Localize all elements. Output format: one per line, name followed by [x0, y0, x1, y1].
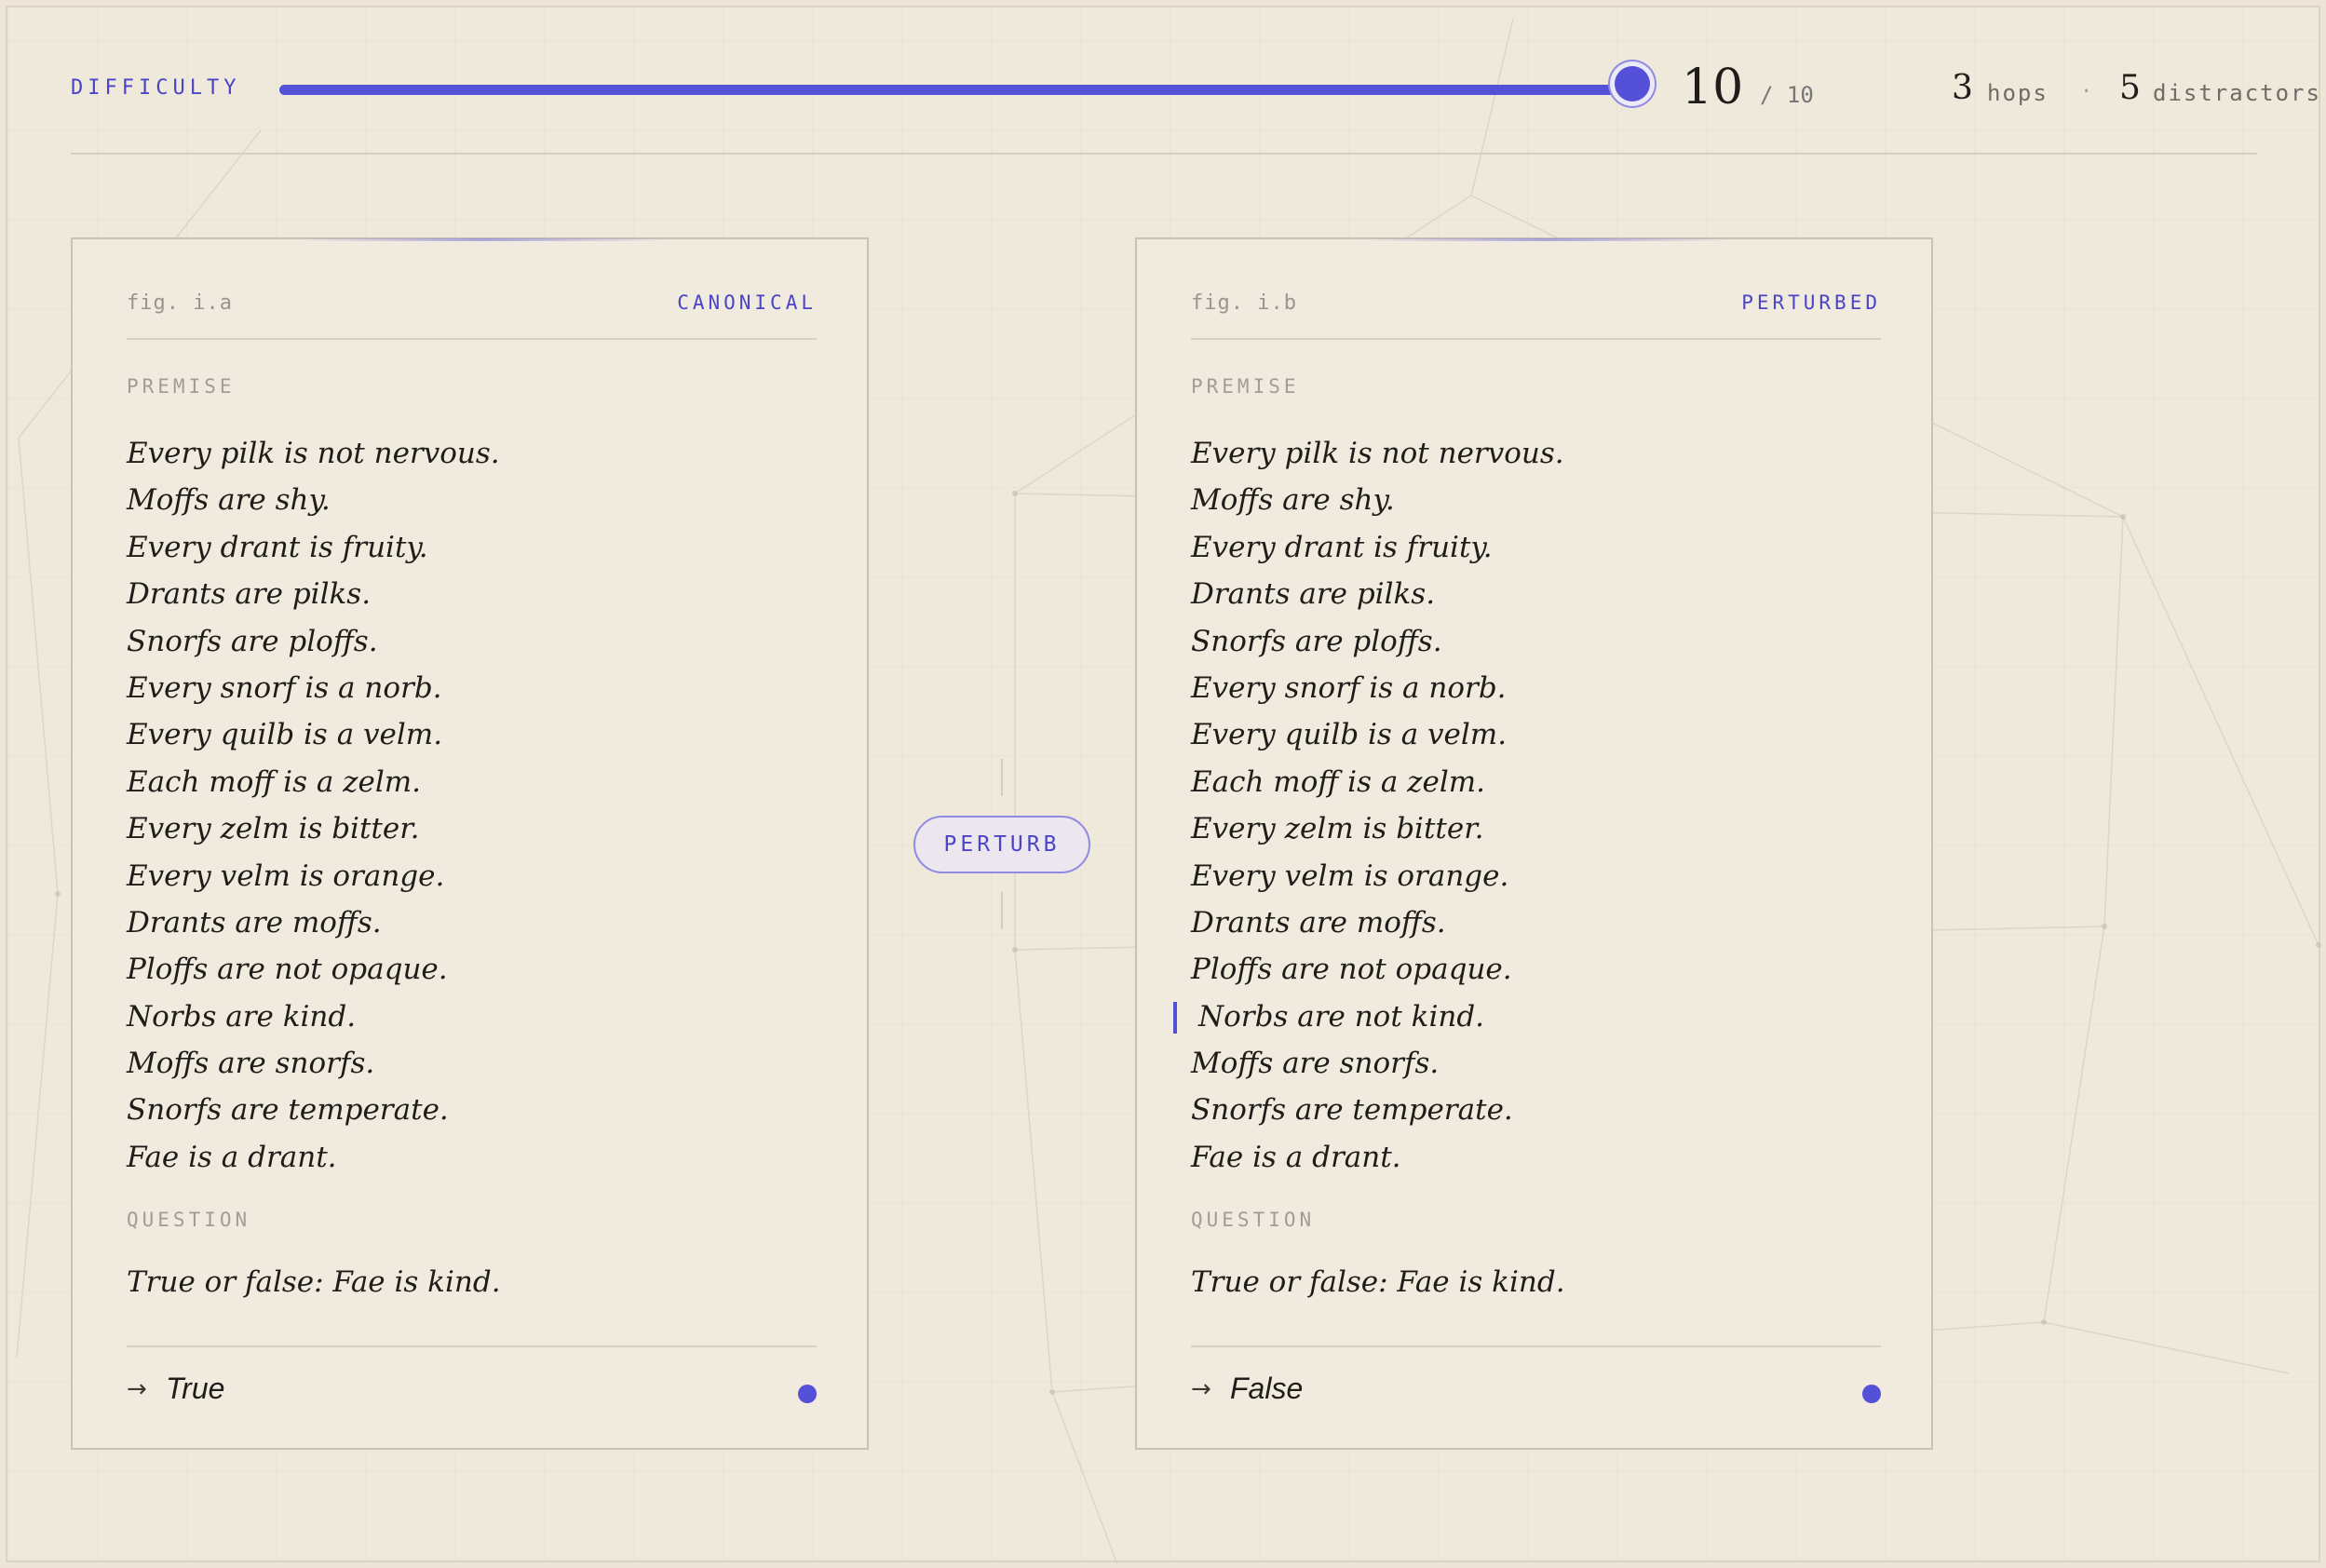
- premise-line: Snorfs are temperate.: [127, 1093, 449, 1128]
- card-divider: [127, 1345, 817, 1347]
- figure-label: fig. i.b: [1191, 291, 1297, 315]
- difficulty-max: / 10: [1760, 82, 1814, 108]
- question-heading: QUESTION: [1191, 1209, 1316, 1231]
- premise-list: Every pilk is not nervous. Moffs are shy.…: [127, 430, 500, 1181]
- difficulty-slider-track[interactable]: [279, 85, 1639, 95]
- premise-line: Fae is a drant.: [1191, 1140, 1401, 1174]
- premise-line: Drants are pilks.: [1191, 577, 1436, 612]
- answer-indicator-dot-icon: [1862, 1385, 1881, 1403]
- answer-row: → True: [127, 1368, 817, 1414]
- premise-line: Every zelm is bitter.: [1191, 812, 1484, 846]
- premise-line: Every pilk is not nervous.: [1191, 437, 1564, 470]
- difficulty-label: DIFFICULTY: [71, 76, 241, 100]
- difficulty-slider-fill: [279, 85, 1631, 95]
- premise-line: Every drant is fruity.: [127, 530, 428, 564]
- premise-line: Snorfs are temperate.: [1191, 1093, 1513, 1128]
- premise-line: Drants are moffs.: [127, 905, 382, 939]
- stat-separator: ·: [2080, 80, 2093, 103]
- answer-text: True: [166, 1372, 225, 1405]
- variant-label: CANONICAL: [677, 291, 817, 314]
- premise-line: Moffs are shy.: [1191, 483, 1395, 518]
- premise-line: Moffs are shy.: [127, 483, 331, 518]
- card-divider: [1191, 1345, 1881, 1347]
- answer-text: False: [1230, 1372, 1304, 1405]
- premise-line: Every quilb is a velm.: [127, 718, 443, 752]
- header-divider: [71, 153, 2257, 155]
- arrow-right-icon: →: [1191, 1375, 1211, 1403]
- premise-line: Fae is a drant.: [127, 1140, 337, 1174]
- premise-line: Each moff is a zelm.: [127, 764, 422, 799]
- premise-line: Snorfs are ploffs.: [127, 624, 378, 658]
- premise-line: Every velm is orange.: [1191, 858, 1509, 893]
- distractors-label: distractors: [2153, 80, 2321, 106]
- premise-line: Every velm is orange.: [127, 858, 445, 893]
- premise-line: Moffs are snorfs.: [127, 1047, 375, 1081]
- premise-line: Ploffs are not opaque.: [1191, 953, 1512, 987]
- premise-line: Every pilk is not nervous.: [127, 437, 500, 470]
- variant-label: PERTURBED: [1741, 291, 1881, 314]
- hops-label: hops: [1987, 80, 2049, 106]
- answer-indicator-dot-icon: [798, 1385, 817, 1403]
- card-divider: [127, 338, 817, 340]
- distractors-count: 5: [2119, 69, 2141, 107]
- difficulty-bar: DIFFICULTY 10 / 10 3 hops · 5 distractor…: [71, 60, 2319, 153]
- hops-count: 3: [1952, 69, 1973, 107]
- connector-line: [1001, 759, 1003, 796]
- premise-line: Snorfs are ploffs.: [1191, 624, 1442, 658]
- canonical-card: fig. i.a CANONICAL PREMISE Every pilk is…: [71, 237, 869, 1450]
- question-heading: QUESTION: [127, 1209, 251, 1231]
- answer-row: → False: [1191, 1368, 1881, 1414]
- premise-line: Drants are pilks.: [127, 577, 372, 612]
- difficulty-slider-thumb[interactable]: [1615, 66, 1650, 101]
- question-text: True or false: Fae is kind.: [127, 1265, 501, 1299]
- premise-line: Moffs are snorfs.: [1191, 1047, 1440, 1081]
- connector-line: [1001, 892, 1003, 929]
- arrow-right-icon: →: [127, 1375, 147, 1403]
- perturb-button[interactable]: PERTURB: [913, 816, 1090, 873]
- premise-heading: PREMISE: [1191, 375, 1300, 398]
- premise-line: Each moff is a zelm.: [1191, 764, 1486, 799]
- premise-line: Every snorf is a norb.: [127, 670, 442, 705]
- question-text: True or false: Fae is kind.: [1191, 1265, 1565, 1299]
- premise-line: Every drant is fruity.: [1191, 530, 1493, 564]
- premise-line: Ploffs are not opaque.: [127, 953, 448, 987]
- premise-list: Every pilk is not nervous. Moffs are shy.…: [1173, 430, 1564, 1181]
- premise-line: Every snorf is a norb.: [1191, 670, 1507, 705]
- premise-line: Drants are moffs.: [1191, 905, 1446, 939]
- premise-heading: PREMISE: [127, 375, 236, 398]
- difficulty-value: 10: [1682, 60, 1744, 115]
- card-divider: [1191, 338, 1881, 340]
- perturbed-card: fig. i.b PERTURBED PREMISE Every pilk is…: [1135, 237, 1933, 1450]
- premise-line-changed: Norbs are not kind.: [1173, 994, 1564, 1040]
- premise-line: Norbs are kind.: [127, 999, 357, 1034]
- premise-line: Every zelm is bitter.: [127, 812, 420, 846]
- figure-label: fig. i.a: [127, 291, 233, 315]
- premise-line: Every quilb is a velm.: [1191, 718, 1508, 752]
